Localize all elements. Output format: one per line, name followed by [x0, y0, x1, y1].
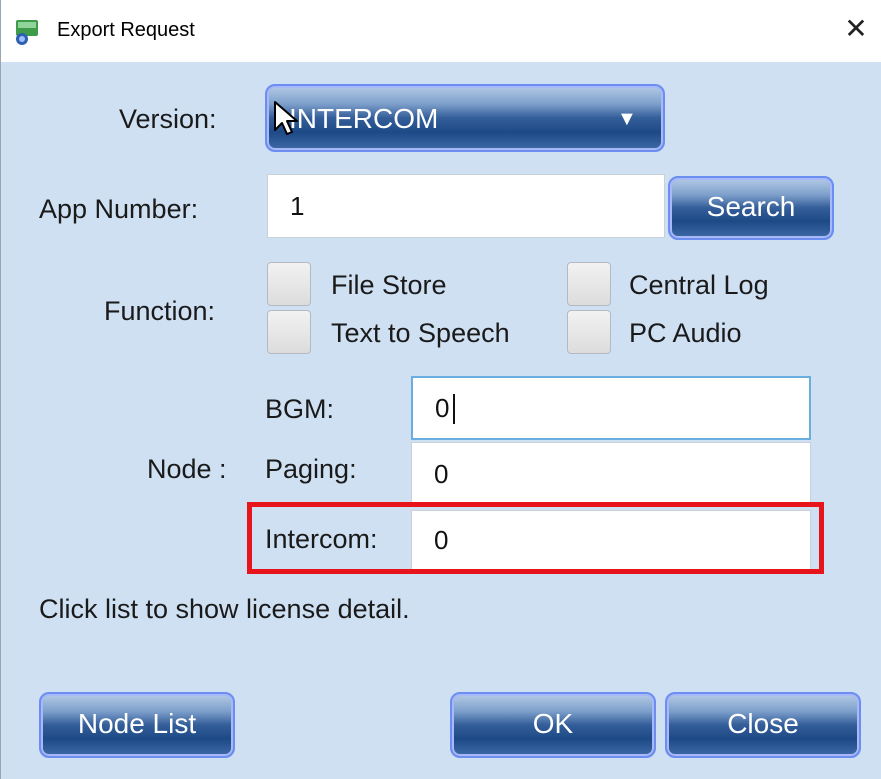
bgm-input[interactable]: [411, 376, 811, 440]
close-icon[interactable]: ✕: [841, 12, 871, 46]
paging-label: Paging:: [265, 454, 357, 484]
hint-text: Click list to show license detail.: [39, 594, 410, 624]
version-label: Version:: [119, 104, 217, 134]
text-to-speech-label: Text to Speech: [331, 318, 510, 348]
file-store-checkbox[interactable]: [267, 262, 311, 306]
app-icon: [16, 20, 38, 45]
title-bar: Export Request ✕: [1, 0, 881, 62]
app-number-label: App Number:: [39, 194, 199, 224]
version-selected: INTERCOM: [289, 103, 439, 134]
chevron-down-icon: ▼: [617, 108, 637, 130]
highlight-box: [247, 502, 824, 574]
central-log-label: Central Log: [629, 270, 769, 300]
file-store-label: File Store: [331, 270, 447, 300]
window-title: Export Request: [57, 19, 195, 41]
export-request-dialog: Export Request ✕ Version: INTERCOM ▼ App…: [0, 0, 881, 779]
version-dropdown[interactable]: INTERCOM ▼: [265, 84, 665, 152]
text-caret: [453, 394, 455, 424]
central-log-checkbox[interactable]: [567, 262, 611, 306]
ok-button[interactable]: OK: [450, 692, 656, 758]
node-label: Node :: [147, 454, 227, 484]
text-to-speech-checkbox[interactable]: [267, 310, 311, 354]
mouse-cursor-icon: [274, 101, 298, 135]
search-button[interactable]: Search: [668, 176, 834, 240]
pc-audio-label: PC Audio: [629, 318, 742, 348]
bgm-label: BGM:: [265, 394, 335, 424]
pc-audio-checkbox[interactable]: [567, 310, 611, 354]
function-label: Function:: [104, 296, 216, 326]
node-list-button[interactable]: Node List: [39, 692, 235, 758]
app-number-input[interactable]: [267, 174, 665, 238]
close-button[interactable]: Close: [665, 692, 861, 758]
paging-input[interactable]: [411, 442, 811, 506]
